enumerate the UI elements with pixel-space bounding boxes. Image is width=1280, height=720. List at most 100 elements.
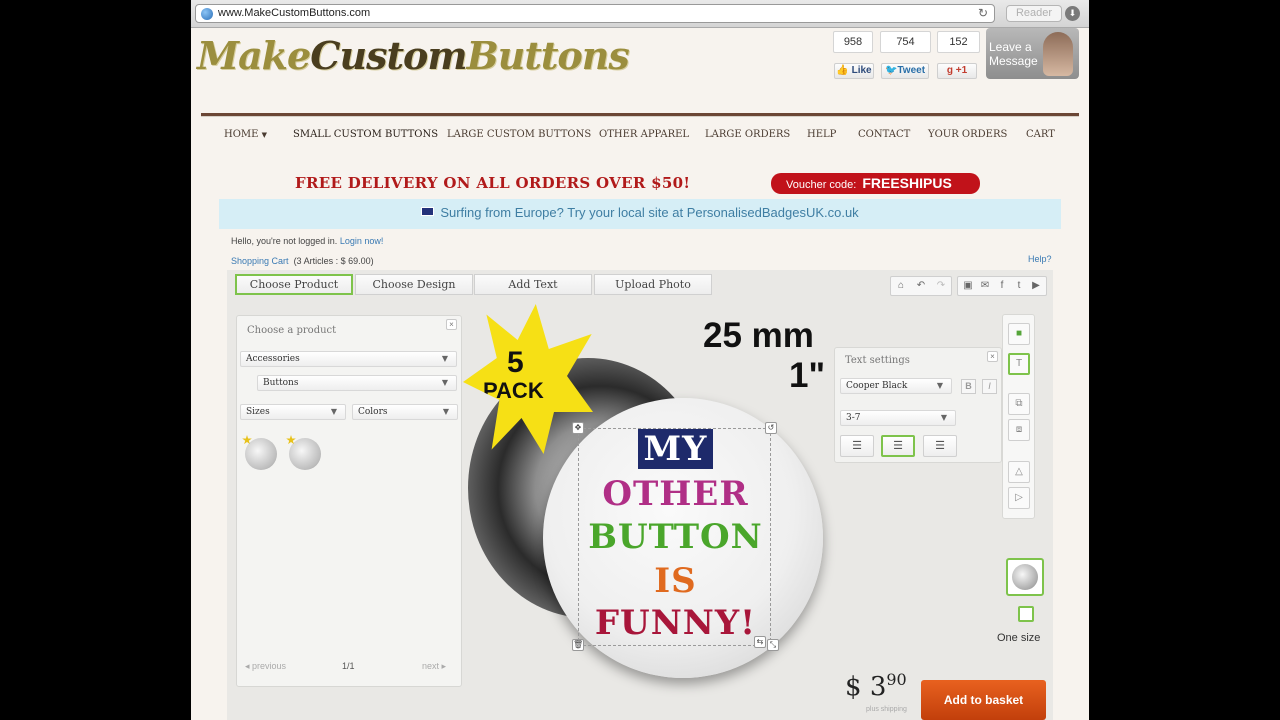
nav-cart[interactable]: CART xyxy=(1026,129,1055,140)
size-select[interactable]: 3-7 ▼ xyxy=(840,410,956,426)
flip-horizontal-icon[interactable]: ▷ xyxy=(1008,487,1030,509)
save-icon[interactable]: ▣ xyxy=(962,280,974,292)
share-toolbar: ▣ ✉ f t ▶ xyxy=(957,276,1047,296)
flip-handle-icon[interactable]: ⇆ xyxy=(754,636,766,648)
sizes-select[interactable]: Sizes ▼ xyxy=(240,404,346,420)
europe-notice[interactable]: Surfing from Europe? Try your local site… xyxy=(219,199,1061,229)
close-icon[interactable]: × xyxy=(987,351,998,362)
price-currency: $ xyxy=(845,672,862,702)
delete-handle-icon[interactable]: 🗑 xyxy=(572,639,584,651)
tab-upload-photo[interactable]: Upload Photo xyxy=(594,274,712,295)
size-mm-label: 25 mm xyxy=(703,316,814,355)
tweet-button[interactable]: 🐦Tweet xyxy=(881,63,929,79)
edit-toolbar: ⌂ ↶ ↷ xyxy=(890,276,952,296)
previous-link[interactable]: ◂ previous xyxy=(245,661,286,672)
voucher-label: Voucher code: xyxy=(786,179,857,191)
text-tool-icon[interactable]: T xyxy=(1008,353,1030,375)
tab-choose-product[interactable]: Choose Product xyxy=(235,274,353,295)
add-to-basket-button[interactable]: Add to basket xyxy=(921,680,1046,720)
font-select[interactable]: Cooper Black ▼ xyxy=(840,378,952,394)
layer-back-icon[interactable]: ⧈ xyxy=(1008,419,1030,441)
button-line-button: BUTTON xyxy=(588,517,763,557)
voucher-badge: Voucher code: FREESHIPUS xyxy=(771,173,980,194)
text-selection-box[interactable]: MY OTHER BUTTON IS FUNNY! ✥ ↺ 🗑 ⇆ ⤡ xyxy=(572,422,779,651)
help-link[interactable]: Help? xyxy=(1028,254,1052,264)
reload-icon[interactable]: ↻ xyxy=(978,6,988,20)
price: $ 390 xyxy=(845,670,907,702)
nav-contact[interactable]: CONTACT xyxy=(858,129,910,140)
size-checkbox[interactable] xyxy=(1018,606,1034,622)
browser-window: www.MakeCustomButtons.com ↻ Reader ⬇ Mak… xyxy=(191,0,1089,720)
like-label: Like xyxy=(851,65,872,76)
align-right-icon[interactable]: ☰ xyxy=(923,435,957,457)
subcategory-select[interactable]: Buttons ▼ xyxy=(257,375,457,391)
logo-make: Make xyxy=(197,33,311,78)
next-link[interactable]: next ▸ xyxy=(422,661,446,672)
cart-info: (3 Articles : $ 69.00) xyxy=(293,256,374,266)
nav-small-custom-buttons[interactable]: SMALL CUSTOM BUTTONS xyxy=(293,129,438,140)
nav-help[interactable]: HELP xyxy=(807,129,836,140)
twitter-bird-icon: 🐦 xyxy=(884,65,898,76)
nav-large-orders[interactable]: LARGE ORDERS xyxy=(705,129,790,140)
twitter-icon[interactable]: t xyxy=(1013,280,1025,292)
align-center-icon[interactable]: ☰ xyxy=(881,435,915,457)
button-thumb-icon xyxy=(1012,564,1038,590)
leave-message-button[interactable]: Leave a Message xyxy=(986,28,1079,79)
nav-your-orders[interactable]: YOUR ORDERS xyxy=(928,129,1007,140)
play-icon[interactable]: ▶ xyxy=(1030,280,1042,292)
site-logo[interactable]: MakeCustomButtons xyxy=(197,33,630,78)
tab-add-text[interactable]: Add Text xyxy=(474,274,592,295)
selected-product-thumbnail[interactable] xyxy=(1006,558,1044,596)
nav-other-apparel[interactable]: OTHER APPAREL xyxy=(599,129,689,140)
star-icon xyxy=(286,435,296,445)
flip-vertical-icon[interactable]: △ xyxy=(1008,461,1030,483)
italic-toggle[interactable]: I xyxy=(982,379,997,394)
tab-choose-design[interactable]: Choose Design xyxy=(355,274,473,295)
logo-buttons: Buttons xyxy=(466,33,630,78)
tweet-count: 754 xyxy=(880,31,931,53)
email-icon[interactable]: ✉ xyxy=(979,280,991,292)
price-main: 3 xyxy=(869,672,887,702)
plus-one-label: +1 xyxy=(955,65,968,76)
shirt-icon[interactable]: ⌂ xyxy=(895,280,907,292)
font-value: Cooper Black xyxy=(846,381,908,391)
login-link[interactable]: Login now! xyxy=(340,236,384,246)
align-left-icon[interactable]: ☰ xyxy=(840,435,874,457)
bold-toggle[interactable]: B xyxy=(961,379,976,394)
size-inch-label: 1" xyxy=(789,356,826,395)
nav-home[interactable]: HOME ▼ xyxy=(224,129,267,140)
colors-select[interactable]: Colors ▼ xyxy=(352,404,458,420)
chevron-down-icon: ▼ xyxy=(442,407,449,416)
plus-one-button[interactable]: g +1 xyxy=(937,63,977,79)
download-icon[interactable]: ⬇ xyxy=(1065,6,1080,21)
undo-icon[interactable]: ↶ xyxy=(915,280,927,292)
rotate-handle-icon[interactable]: ↺ xyxy=(765,422,777,434)
resize-handle-icon[interactable]: ⤡ xyxy=(767,639,779,651)
design-canvas[interactable]: 5 PACK MY OTHER BUTTON IS FUNNY! ✥ ↺ 🗑 ⇆… xyxy=(463,298,1053,720)
close-icon[interactable]: × xyxy=(446,319,457,330)
category-select[interactable]: Accessories ▼ xyxy=(240,351,457,367)
text-settings-title: Text settings xyxy=(845,355,910,366)
product-thumbnail[interactable] xyxy=(286,435,321,470)
button-line-is: IS xyxy=(654,561,697,601)
redo-icon[interactable]: ↷ xyxy=(935,280,947,292)
star-icon xyxy=(242,435,252,445)
layer-front-icon[interactable]: ⧉ xyxy=(1008,393,1030,415)
subcategory-value: Buttons xyxy=(263,378,299,388)
move-handle-icon[interactable]: ✥ xyxy=(572,422,584,434)
login-status: Hello, you're not logged in. Login now! xyxy=(231,236,383,246)
facebook-icon[interactable]: f xyxy=(996,280,1008,292)
chevron-down-icon: ▼ xyxy=(940,413,947,422)
product-thumbnail[interactable] xyxy=(242,435,277,470)
like-count: 958 xyxy=(833,31,873,53)
nav-large-custom-buttons[interactable]: LARGE CUSTOM BUTTONS xyxy=(447,129,591,140)
voucher-code: FREESHIPUS xyxy=(862,175,952,191)
size-value: 3-7 xyxy=(846,413,861,423)
like-button[interactable]: 👍 Like xyxy=(834,63,874,79)
reader-button[interactable]: Reader xyxy=(1006,5,1062,22)
url-field[interactable]: www.MakeCustomButtons.com ↻ xyxy=(195,4,995,23)
google-plus-icon: g xyxy=(946,65,953,76)
shopping-cart-link[interactable]: Shopping Cart xyxy=(231,256,289,266)
color-tool-icon[interactable]: ■ xyxy=(1008,323,1030,345)
globe-icon xyxy=(201,8,213,20)
